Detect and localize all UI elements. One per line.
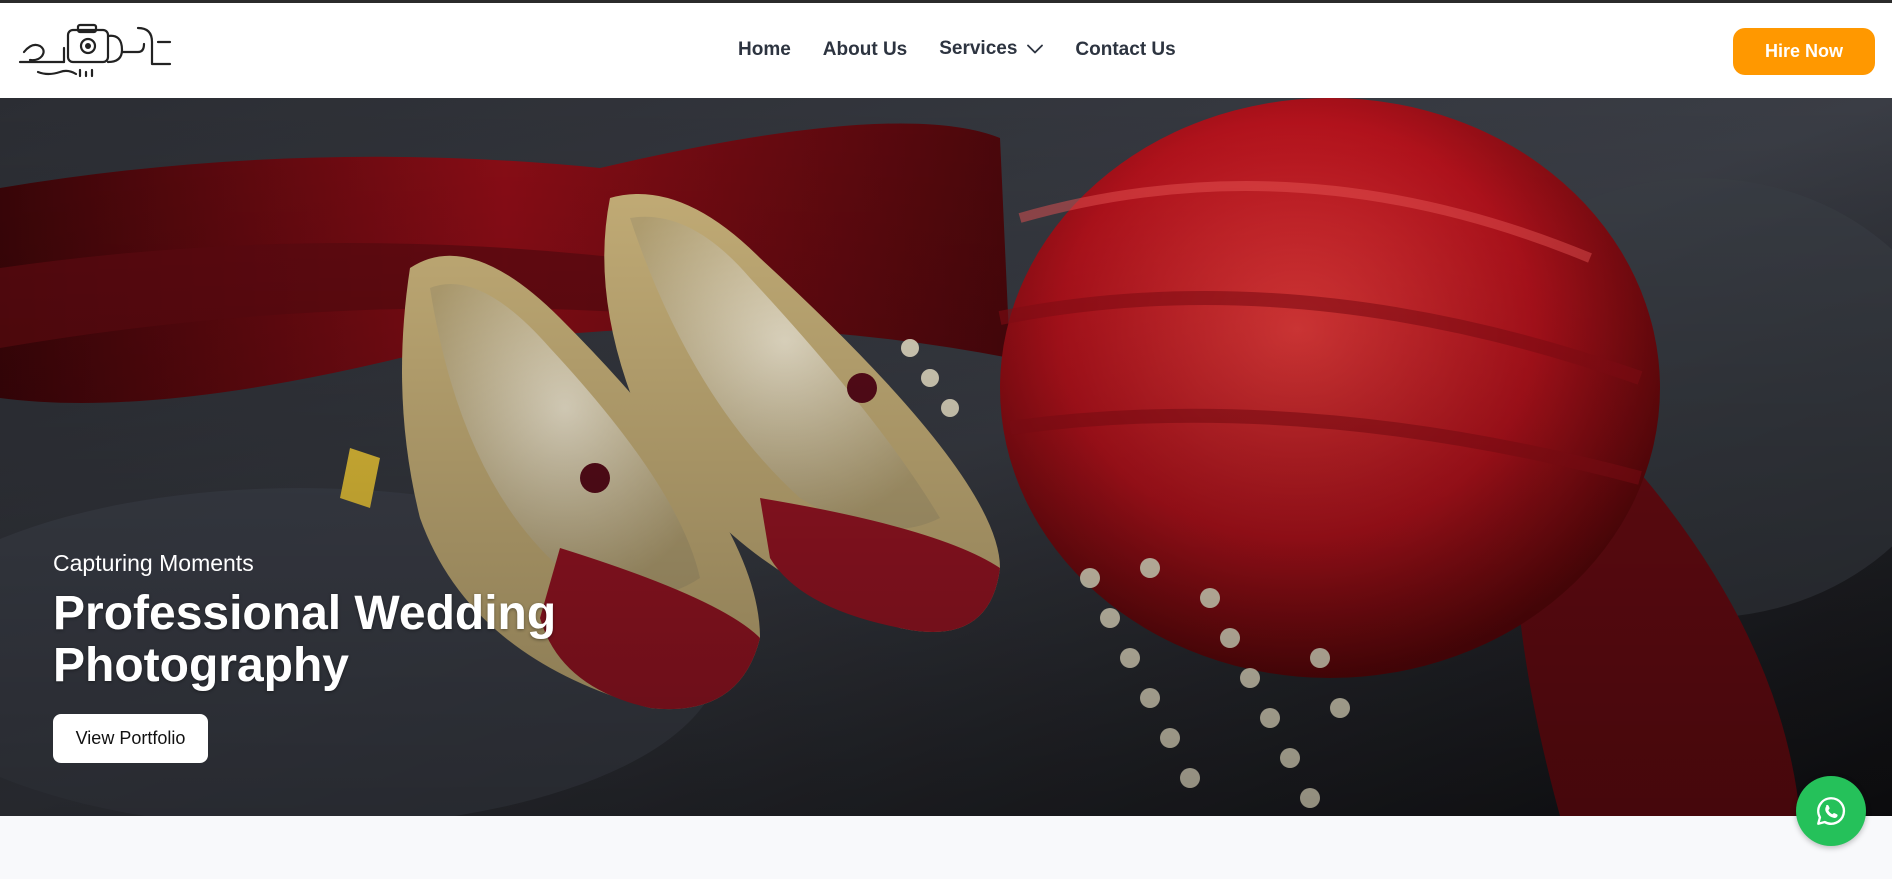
nav-contact-us[interactable]: Contact Us xyxy=(1075,39,1175,61)
whatsapp-icon xyxy=(1817,797,1846,825)
chevron-down-icon xyxy=(1027,44,1044,54)
nav-home[interactable]: Home xyxy=(738,39,791,61)
hero-image xyxy=(0,98,1892,816)
whatsapp-chat-button[interactable] xyxy=(1796,776,1866,846)
hero-title: Professional Wedding Photography xyxy=(53,586,557,692)
main-nav: Home About Us Services Contact Us xyxy=(738,38,1176,61)
hero-subtitle: Capturing Moments xyxy=(53,550,254,576)
hero-text: Capturing Moments Professional Wedding P… xyxy=(53,550,753,692)
nav-services[interactable]: Services xyxy=(939,38,1044,60)
hire-now-button[interactable]: Hire Now xyxy=(1733,28,1875,75)
site-logo[interactable] xyxy=(18,22,174,80)
nav-about-us[interactable]: About Us xyxy=(823,39,907,61)
nav-services-label: Services xyxy=(939,38,1018,59)
hero-banner: Capturing Moments Professional Wedding P… xyxy=(0,98,1892,816)
site-header: Home About Us Services Contact Us Hire N… xyxy=(0,3,1892,98)
view-portfolio-button[interactable]: View Portfolio xyxy=(53,714,208,763)
